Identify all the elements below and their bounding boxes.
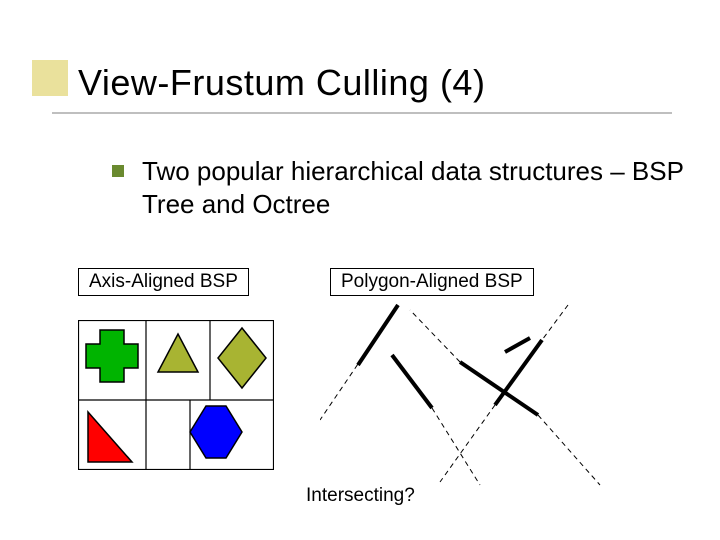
bullet-square-icon — [112, 165, 124, 177]
hexagon-shape-icon — [190, 406, 242, 458]
triangle-shape-icon — [158, 334, 198, 372]
slide: View-Frustum Culling (4) Two popular hie… — [0, 0, 720, 540]
title-underline — [52, 112, 672, 114]
bullet-item: Two popular hierarchical data structures… — [112, 155, 690, 220]
label-axis-aligned: Axis-Aligned BSP — [78, 268, 249, 296]
right-triangle-shape-icon — [88, 412, 132, 462]
accent-square-icon — [32, 60, 68, 96]
axis-aligned-bsp-figure — [78, 320, 274, 470]
label-polygon-aligned: Polygon-Aligned BSP — [330, 268, 534, 296]
caption-intersecting: Intersecting? — [306, 485, 415, 507]
cross-shape-icon — [86, 330, 138, 382]
slide-title: View-Frustum Culling (4) — [78, 62, 485, 104]
diamond-shape-icon — [218, 328, 266, 388]
bullet-text: Two popular hierarchical data structures… — [142, 155, 690, 220]
polygon-aligned-bsp-figure — [320, 300, 620, 490]
